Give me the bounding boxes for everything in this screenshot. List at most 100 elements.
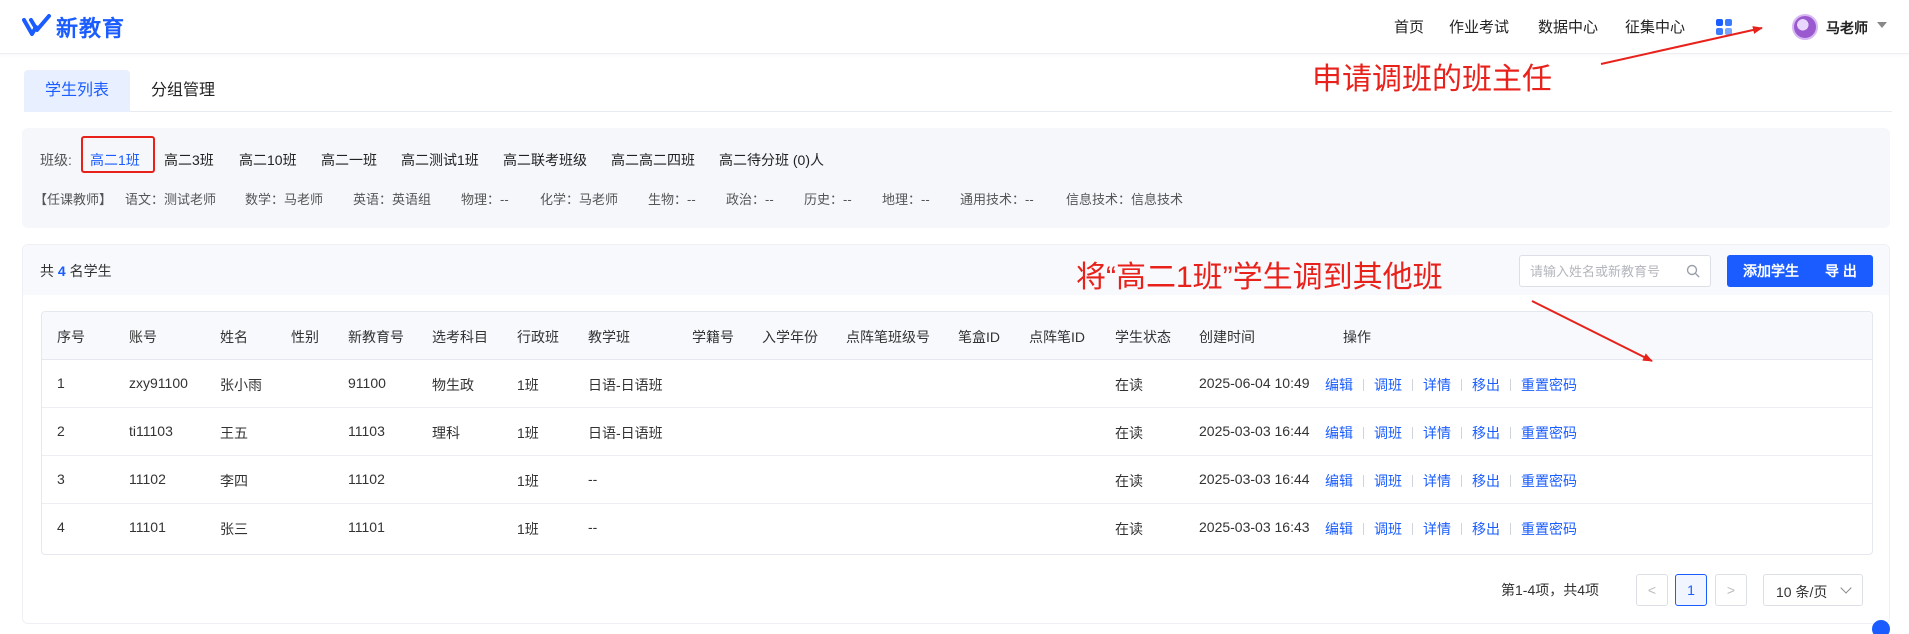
col-actions: 操作 <box>1343 329 1371 345</box>
transfer-class-link[interactable]: 调班 <box>1374 423 1402 443</box>
divider <box>1510 523 1511 535</box>
col-student-number: 学籍号 <box>692 329 734 345</box>
divider <box>1412 379 1413 391</box>
teacher-geography: 地理：-- <box>882 192 930 207</box>
edit-link[interactable]: 编辑 <box>1325 519 1353 539</box>
prev-page-button[interactable]: < <box>1636 574 1668 606</box>
row-actions: 编辑 调班 详情 移出 重置密码 <box>1325 423 1577 443</box>
add-student-button[interactable]: 添加学生 <box>1727 255 1815 287</box>
remove-link[interactable]: 移出 <box>1472 375 1500 395</box>
details-link[interactable]: 详情 <box>1423 375 1451 395</box>
edit-link[interactable]: 编辑 <box>1325 375 1353 395</box>
transfer-class-link[interactable]: 调班 <box>1374 375 1402 395</box>
page-size-select[interactable]: 10 条/页 <box>1763 574 1863 606</box>
reset-password-link[interactable]: 重置密码 <box>1521 375 1577 395</box>
student-table: 序号 账号 姓名 性别 新教育号 选考科目 行政班 教学班 学籍号 入学年份 点… <box>41 311 1873 555</box>
cell-edu-id: 11102 <box>348 471 385 487</box>
teacher-general-tech: 通用技术：-- <box>960 192 1034 207</box>
class-item-gaoer-1[interactable]: 高二1班 <box>90 150 140 170</box>
cell-name: 张小雨 <box>220 377 262 393</box>
col-pen-box-id: 笔盒ID <box>958 329 1000 345</box>
cell-no: 4 <box>57 519 65 535</box>
class-item-gaoer-yi[interactable]: 高二一班 <box>321 150 377 170</box>
cell-admin-class: 1班 <box>517 521 539 537</box>
search-icon[interactable] <box>1686 264 1700 278</box>
page-tabs: 学生列表 分组管理 <box>24 70 1892 112</box>
search-input[interactable] <box>1530 256 1680 286</box>
nav-collection-center[interactable]: 征集中心 <box>1625 16 1685 37</box>
divider <box>1412 523 1413 535</box>
scroll-down-button[interactable] <box>1872 620 1890 634</box>
class-filter-panel: 班级: 高二1班 高二3班 高二10班 高二一班 高二测试1班 高二联考班级 高… <box>22 128 1890 228</box>
cell-admin-class: 1班 <box>517 377 539 393</box>
cell-edu-id: 11103 <box>348 423 385 439</box>
nav-home[interactable]: 首页 <box>1394 16 1424 37</box>
user-name[interactable]: 马老师 <box>1826 18 1868 38</box>
transfer-class-link[interactable]: 调班 <box>1374 471 1402 491</box>
reset-password-link[interactable]: 重置密码 <box>1521 519 1577 539</box>
class-item-gaoer-test1[interactable]: 高二测试1班 <box>401 150 479 170</box>
table-row: 3 11102 李四 11102 1班 -- 在读 2025-03-03 16:… <box>42 456 1872 504</box>
export-button[interactable]: 导 出 <box>1809 255 1873 287</box>
cell-teach-class: -- <box>588 519 598 535</box>
row-actions: 编辑 调班 详情 移出 重置密码 <box>1325 375 1577 395</box>
page-size-label: 10 条/页 <box>1776 584 1828 600</box>
cell-name: 张三 <box>220 521 248 537</box>
table-row: 2 ti11103 王五 11103 理科 1班 日语-日语班 在读 2025-… <box>42 408 1872 456</box>
remove-link[interactable]: 移出 <box>1472 519 1500 539</box>
cell-status: 在读 <box>1115 521 1143 537</box>
class-label: 班级: <box>40 152 72 168</box>
divider <box>1363 475 1364 487</box>
class-item-gaoer-pending[interactable]: 高二待分班 (0)人 <box>719 150 824 170</box>
annotation-transfer-note: 将“高二1班”学生调到其他班 <box>1076 261 1443 294</box>
pagination-summary: 第1-4项，共4项 <box>1501 582 1600 598</box>
teacher-politics: 政治：-- <box>726 192 774 207</box>
teacher-chinese: 语文：测试老师 <box>125 192 217 207</box>
nav-data-center[interactable]: 数据中心 <box>1538 16 1598 37</box>
next-page-button[interactable]: > <box>1715 574 1747 606</box>
row-actions: 编辑 调班 详情 移出 重置密码 <box>1325 471 1577 491</box>
class-item-gaoer-10[interactable]: 高二10班 <box>239 150 297 170</box>
cell-created: 2025-03-03 16:44 <box>1199 471 1310 487</box>
details-link[interactable]: 详情 <box>1423 471 1451 491</box>
class-item-gaoer-joint[interactable]: 高二联考班级 <box>503 150 587 170</box>
row-actions: 编辑 调班 详情 移出 重置密码 <box>1325 519 1577 539</box>
divider <box>1510 427 1511 439</box>
cell-status: 在读 <box>1115 473 1143 489</box>
reset-password-link[interactable]: 重置密码 <box>1521 471 1577 491</box>
col-pen-id: 点阵笔ID <box>1029 329 1085 345</box>
details-link[interactable]: 详情 <box>1423 423 1451 443</box>
tab-student-list[interactable]: 学生列表 <box>24 70 130 112</box>
cell-created: 2025-06-04 10:49 <box>1199 375 1310 391</box>
search-input-box[interactable] <box>1519 255 1711 287</box>
remove-link[interactable]: 移出 <box>1472 423 1500 443</box>
chevron-down-icon[interactable] <box>1877 22 1887 28</box>
col-subjects: 选考科目 <box>432 329 488 345</box>
col-admin-class: 行政班 <box>517 329 559 345</box>
edit-link[interactable]: 编辑 <box>1325 423 1353 443</box>
cell-status: 在读 <box>1115 425 1143 441</box>
student-toolbar: 共 4 名学生 添加学生 导 出 <box>23 245 1889 295</box>
edit-link[interactable]: 编辑 <box>1325 471 1353 491</box>
details-link[interactable]: 详情 <box>1423 519 1451 539</box>
col-teach-class: 教学班 <box>588 329 630 345</box>
apps-grid-icon[interactable] <box>1716 19 1732 35</box>
divider <box>1363 379 1364 391</box>
page-1-button[interactable]: 1 <box>1675 574 1707 606</box>
cell-name: 李四 <box>220 473 248 489</box>
divider <box>1461 523 1462 535</box>
class-item-gaoer-3[interactable]: 高二3班 <box>164 150 214 170</box>
logo[interactable]: 新教育 <box>22 10 125 44</box>
remove-link[interactable]: 移出 <box>1472 471 1500 491</box>
class-item-gaoer-four[interactable]: 高二高二四班 <box>611 150 695 170</box>
table-row: 4 11101 张三 11101 1班 -- 在读 2025-03-03 16:… <box>42 504 1872 552</box>
user-avatar[interactable] <box>1792 14 1818 40</box>
col-created: 创建时间 <box>1199 329 1255 345</box>
annotation-class-teacher: 申请调班的班主任 <box>1312 63 1552 96</box>
reset-password-link[interactable]: 重置密码 <box>1521 423 1577 443</box>
divider <box>1363 427 1364 439</box>
cell-created: 2025-03-03 16:43 <box>1199 519 1310 535</box>
transfer-class-link[interactable]: 调班 <box>1374 519 1402 539</box>
nav-homework-exam[interactable]: 作业考试 <box>1449 16 1509 37</box>
tab-group-management[interactable]: 分组管理 <box>130 70 236 112</box>
